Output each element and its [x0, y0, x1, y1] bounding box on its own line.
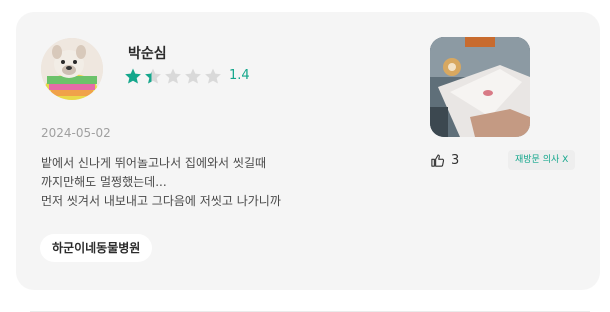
- review-line: 먼저 씻겨서 내보내고 그다음에 저씻고 나가니까: [41, 194, 281, 208]
- author-name: 박순심: [128, 46, 167, 62]
- review-photo-image: [430, 37, 530, 137]
- star-empty-icon: [165, 68, 181, 84]
- rating-value: 1.4: [229, 68, 250, 83]
- review-card: 박순심 1.4 2024-05-02 밭에서 신나게 뛰어놀고나서 집에와서 씻…: [16, 12, 600, 290]
- review-line: 까지만해도 멀쩡했는데...: [41, 175, 167, 189]
- dog-avatar-image: [41, 38, 103, 100]
- star-icon: [125, 68, 141, 84]
- review-line: 밭에서 신나게 뛰어놀고나서 집에와서 씻길때: [41, 156, 267, 170]
- revisit-badge: 재방문 의사 X: [508, 150, 576, 170]
- star-rating: 1.4: [124, 67, 250, 85]
- review-photo[interactable]: [430, 37, 530, 137]
- star-empty-icon: [205, 68, 221, 84]
- review-text: 밭에서 신나게 뛰어놀고나서 집에와서 씻길때 까지만해도 멀쩡했는데... 먼…: [41, 154, 381, 211]
- star-empty-icon: [185, 68, 201, 84]
- half-star-icon: [145, 68, 161, 84]
- thumbs-up-icon: [431, 154, 445, 167]
- review-date: 2024-05-02: [41, 126, 111, 140]
- hospital-name-chip[interactable]: 하군이네동물병원: [40, 234, 153, 262]
- like-count: 3: [451, 153, 460, 168]
- avatar[interactable]: [41, 38, 103, 100]
- like-button[interactable]: 3: [430, 153, 459, 168]
